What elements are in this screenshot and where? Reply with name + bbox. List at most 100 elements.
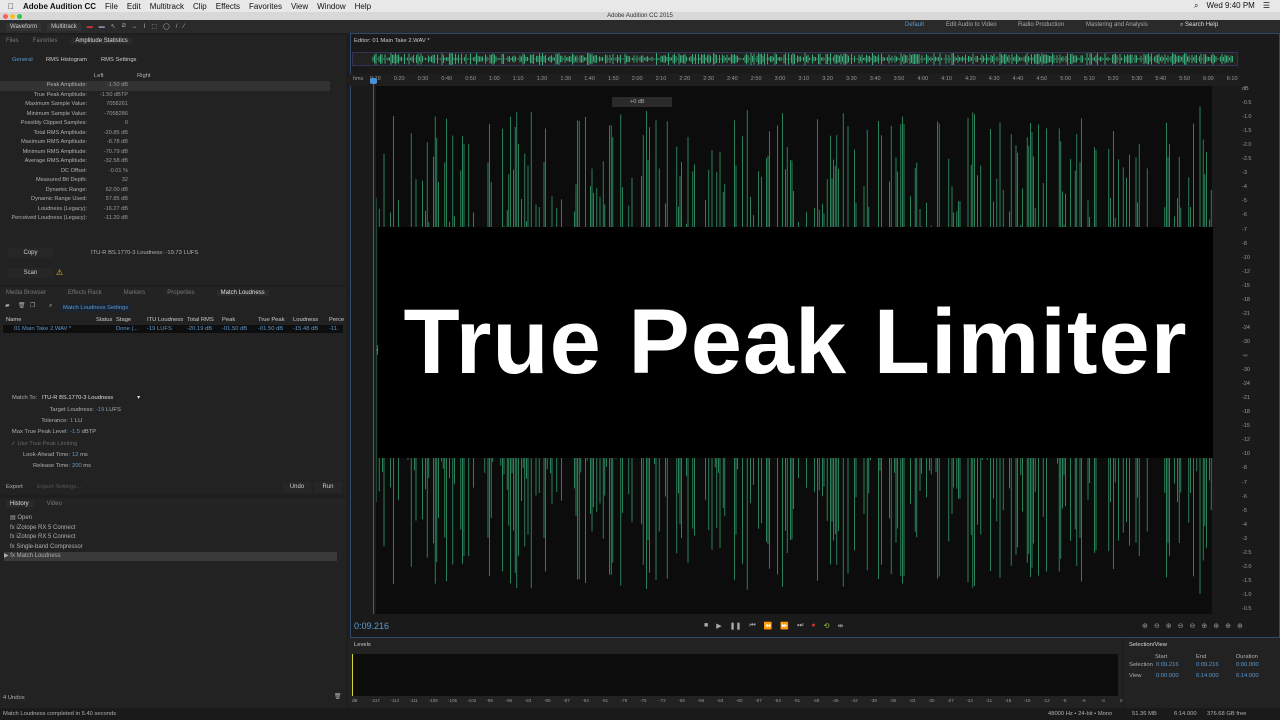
copy-button[interactable]: Copy: [8, 248, 53, 258]
duplicate-icon[interactable]: ❐: [30, 303, 35, 309]
column-header[interactable]: ITU Loudness: [147, 317, 183, 323]
razor-tool-icon[interactable]: ⧄: [122, 23, 126, 30]
column-header[interactable]: Name: [6, 317, 21, 323]
use-true-peak-limiting-checkbox[interactable]: ✓ Use True Peak Limiting: [11, 441, 77, 447]
column-header[interactable]: Status: [96, 317, 112, 323]
tab-effects-rack[interactable]: Effects Rack: [68, 290, 102, 296]
subtab-rms-settings[interactable]: RMS Settings: [101, 57, 136, 63]
slip-tool-icon[interactable]: ↔: [132, 24, 138, 30]
overview-bar[interactable]: [352, 52, 1238, 66]
menu-help[interactable]: Help: [355, 2, 371, 11]
scan-icon[interactable]: ⌕: [49, 303, 52, 310]
tab-match-loudness[interactable]: Match Loudness: [216, 289, 269, 296]
zoom-in-time-icon[interactable]: ⊕: [1166, 622, 1172, 630]
editor-tab[interactable]: Editor: 01 Main Take 2.WAV *: [354, 38, 430, 44]
time-selection-tool-icon[interactable]: I: [144, 24, 146, 30]
subtab-rms-histogram[interactable]: RMS Histogram: [46, 57, 87, 63]
tab-amplitude-statistics[interactable]: Amplitude Statistics: [71, 37, 132, 44]
loop-icon[interactable]: ⟲: [824, 622, 830, 630]
column-header[interactable]: Stage: [116, 317, 131, 323]
zoom-out-amplitude-icon[interactable]: ⊖: [1154, 622, 1160, 630]
rewind-icon[interactable]: ⏪: [764, 622, 773, 630]
column-header[interactable]: Total RMS: [187, 317, 214, 323]
view-end[interactable]: 6:14.000: [1196, 673, 1219, 679]
subtab-general[interactable]: General: [12, 57, 33, 63]
zoom-to-selected-icon[interactable]: ⊕: [1237, 622, 1243, 630]
record-icon[interactable]: ●: [811, 622, 815, 630]
fast-forward-icon[interactable]: ⏩: [780, 622, 789, 630]
column-header[interactable]: Peak: [222, 317, 235, 323]
move-tool-icon[interactable]: ↖: [111, 23, 116, 30]
spot-healing-icon[interactable]: ⁄: [183, 24, 184, 30]
go-to-end-icon[interactable]: ⏭: [797, 622, 803, 630]
trash-icon[interactable]: 🗑: [334, 694, 341, 700]
apple-icon[interactable]: : [8, 2, 14, 11]
stop-icon[interactable]: ■: [704, 622, 708, 630]
zoom-window-button[interactable]: [17, 14, 22, 19]
undo-button[interactable]: Undo: [283, 482, 311, 492]
delete-icon[interactable]: 🗑: [18, 303, 25, 309]
history-item[interactable]: ▤ Open: [10, 514, 343, 523]
zoom-in-point-icon[interactable]: ⊕: [1201, 622, 1207, 630]
selection-duration[interactable]: 0:00.000: [1236, 662, 1259, 668]
tab-properties[interactable]: Properties: [167, 290, 194, 296]
menu-favorites[interactable]: Favorites: [249, 2, 282, 11]
go-to-start-icon[interactable]: ⏮: [749, 622, 755, 630]
selection-end[interactable]: 0:09.216: [1196, 662, 1219, 668]
view-duration[interactable]: 6:14.000: [1236, 673, 1259, 679]
zoom-in-amplitude-icon[interactable]: ⊕: [1142, 622, 1148, 630]
menu-list-icon[interactable]: ☰: [1263, 1, 1270, 11]
history-item[interactable]: fx Single-band Compressor: [10, 543, 343, 552]
tab-history[interactable]: History: [6, 500, 33, 507]
export-settings-button[interactable]: Export Settings...: [37, 484, 81, 490]
view-start[interactable]: 0:00.000: [1156, 673, 1179, 679]
workspace-edit-audio-to-video[interactable]: Edit Audio to Video: [946, 22, 997, 28]
table-row[interactable]: 01 Main Take 2.WAV * Done (... -19 LUFS -20…: [3, 325, 343, 333]
hud-volume[interactable]: +0 dB: [612, 97, 672, 107]
menu-window[interactable]: Window: [317, 2, 345, 11]
column-header[interactable]: True Peak: [258, 317, 285, 323]
history-item[interactable]: fx iZotope RX 5 Connect: [10, 533, 343, 542]
pitch-display-icon[interactable]: ▬: [99, 24, 105, 30]
menu-edit[interactable]: Edit: [127, 2, 141, 11]
zoom-in-out-icon[interactable]: ⊕: [1213, 622, 1219, 630]
tab-video[interactable]: Video: [47, 501, 62, 507]
playhead-handle[interactable]: [370, 78, 377, 84]
search-help[interactable]: ⌕ Search Help: [1180, 22, 1218, 29]
target-loudness-field[interactable]: -19 LUFS: [96, 407, 121, 413]
release-field[interactable]: 200 ms: [72, 463, 91, 469]
search-icon[interactable]: ⌕: [1194, 1, 1198, 11]
spectral-display-icon[interactable]: ▬: [87, 24, 93, 30]
menu-multitrack[interactable]: Multitrack: [150, 2, 184, 11]
close-window-button[interactable]: [3, 14, 8, 19]
max-true-peak-field[interactable]: -1.5 dBTP: [70, 429, 96, 435]
menu-effects[interactable]: Effects: [216, 2, 240, 11]
app-menu[interactable]: Adobe Audition CC: [23, 2, 96, 11]
skip-selection-icon[interactable]: ⇹: [838, 622, 844, 630]
brush-tool-icon[interactable]: /: [176, 24, 178, 30]
selection-start[interactable]: 0:09.216: [1156, 662, 1179, 668]
match-to-select[interactable]: ITU-R BS.1770-3 Loudness ▾: [42, 395, 140, 401]
marquee-tool-icon[interactable]: ⬚: [151, 23, 157, 30]
export-checkbox[interactable]: Export: [6, 484, 23, 490]
history-item[interactable]: ▶ fx Match Loudness: [4, 552, 337, 561]
menu-clip[interactable]: Clip: [193, 2, 207, 11]
lookahead-field[interactable]: 12 ms: [72, 452, 88, 458]
zoom-out-full-icon[interactable]: ⊖: [1190, 622, 1196, 630]
zoom-selection-icon[interactable]: ⊕: [1225, 622, 1231, 630]
menu-view[interactable]: View: [291, 2, 308, 11]
tab-media-browser[interactable]: Media Browser: [6, 290, 46, 296]
menu-file[interactable]: File: [105, 2, 118, 11]
playhead[interactable]: [373, 80, 374, 614]
pause-icon[interactable]: ❚❚: [730, 622, 742, 630]
tolerance-field[interactable]: 1 LU: [70, 418, 82, 424]
tab-files[interactable]: Files: [6, 38, 19, 44]
multitrack-view-button[interactable]: Multitrack: [47, 22, 81, 31]
tab-markers[interactable]: Markers: [124, 290, 146, 296]
minimize-window-button[interactable]: [10, 14, 15, 19]
history-item[interactable]: fx iZotope RX 5 Connect: [10, 524, 343, 533]
add-files-icon[interactable]: ▰: [5, 303, 9, 309]
workspace-default[interactable]: Default: [905, 22, 924, 28]
timeline-ruler[interactable]: hms0:100:200:300:400:501:001:101:201:301…: [350, 74, 1240, 86]
lasso-tool-icon[interactable]: ◯: [163, 23, 170, 30]
